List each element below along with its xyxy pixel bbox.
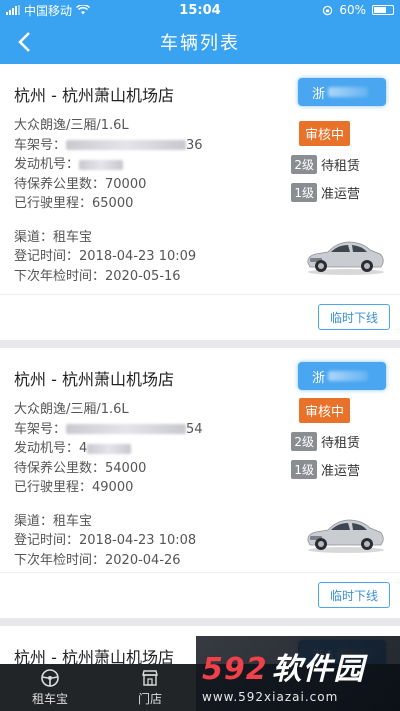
wifi-icon bbox=[76, 5, 91, 15]
watermark: 592 软件园 www.592xiazai.com bbox=[196, 636, 400, 711]
watermark-url: www.592xiazai.com bbox=[202, 689, 339, 704]
mileage-row: 已行驶里程：49000 bbox=[14, 480, 134, 495]
plate-button[interactable]: 浙 bbox=[298, 362, 386, 390]
tab-label: 租车宝 bbox=[31, 692, 68, 706]
vin-suffix: 36 bbox=[186, 137, 203, 153]
rent-status: 2级 待租赁 bbox=[291, 432, 360, 451]
watermark-logo: 592 软件园 bbox=[202, 651, 365, 687]
plate-number-blurred bbox=[328, 371, 369, 381]
tab-zuchebao[interactable]: 租车宝 bbox=[0, 664, 100, 711]
plate-button[interactable]: 浙 bbox=[298, 78, 386, 106]
temporary-offline-button[interactable]: 临时下线 bbox=[318, 304, 390, 330]
plate-prefix: 浙 bbox=[312, 86, 326, 102]
rent-status: 2级 待租赁 bbox=[291, 155, 360, 174]
plate-prefix: 浙 bbox=[312, 370, 326, 386]
signal-icon bbox=[6, 5, 20, 15]
carrier-name: 中国移动 bbox=[24, 3, 73, 18]
operation-status: 1级 准运营 bbox=[291, 183, 360, 202]
vehicle-list[interactable]: 杭州 - 杭州萧山机场店 浙 大众朗逸/三厢/1.6L 车架号： 36 发动机号：… bbox=[0, 64, 400, 664]
tab-store[interactable]: 门店 bbox=[100, 664, 200, 711]
engine-blurred bbox=[87, 443, 132, 454]
page-title: 车辆列表 bbox=[160, 33, 240, 54]
car-image bbox=[307, 241, 384, 275]
plate-number-blurred bbox=[328, 87, 369, 97]
status-bar: 中国移动 15:04 60% bbox=[0, 0, 400, 20]
chevron-left-icon bbox=[18, 32, 30, 52]
card-footer: 临时下线 bbox=[0, 572, 400, 618]
rotation-lock-icon bbox=[323, 5, 333, 15]
car-image bbox=[307, 519, 384, 553]
store-icon bbox=[142, 670, 158, 686]
vin-blurred bbox=[66, 424, 187, 434]
back-button[interactable] bbox=[10, 28, 38, 56]
status-badge: 审核中 bbox=[298, 398, 350, 423]
vehicle-card[interactable]: 杭州 - 杭州萧山机场店 浙 大众朗逸/三厢/1.6L 车架号： 36 发动机号：… bbox=[0, 64, 400, 340]
temporary-offline-button[interactable]: 临时下线 bbox=[318, 582, 390, 608]
operation-status: 1级 准运营 bbox=[291, 460, 360, 479]
tab-label: 门店 bbox=[137, 692, 162, 706]
engine-blurred bbox=[79, 159, 124, 170]
vin-suffix: 54 bbox=[186, 421, 203, 437]
status-badge: 审核中 bbox=[298, 121, 350, 146]
card-footer: 临时下线 bbox=[0, 294, 400, 340]
battery-icon bbox=[372, 5, 394, 15]
vin-blurred bbox=[66, 140, 187, 150]
vehicle-card[interactable]: 杭州 - 杭州萧山机场店 浙 大众朗逸/三厢/1.6L 车架号： 54 发动机号：… bbox=[0, 348, 400, 618]
battery-percent: 60% bbox=[339, 3, 366, 17]
nav-bar: 车辆列表 bbox=[0, 20, 400, 64]
steering-wheel-icon bbox=[41, 669, 59, 687]
